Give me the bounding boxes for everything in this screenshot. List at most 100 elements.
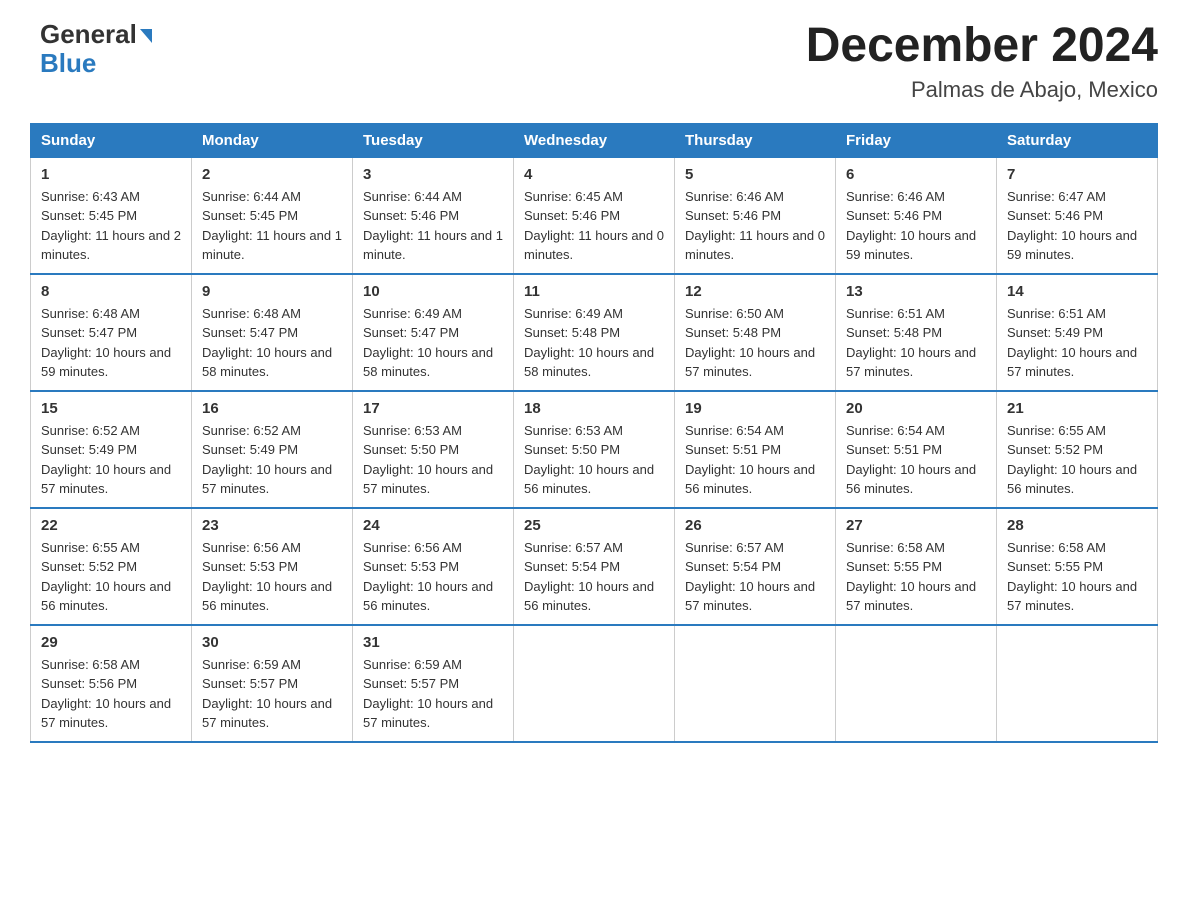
day-number: 27	[846, 517, 986, 534]
day-info: Sunrise: 6:59 AMSunset: 5:57 PMDaylight:…	[363, 655, 503, 733]
day-info: Sunrise: 6:58 AMSunset: 5:56 PMDaylight:…	[41, 655, 181, 733]
calendar-cell	[675, 625, 836, 742]
calendar-cell	[836, 625, 997, 742]
calendar-cell: 30 Sunrise: 6:59 AMSunset: 5:57 PMDayligh…	[192, 625, 353, 742]
day-info: Sunrise: 6:48 AMSunset: 5:47 PMDaylight:…	[202, 304, 342, 382]
day-number: 9	[202, 283, 342, 300]
day-number: 1	[41, 166, 181, 183]
calendar-cell: 26Sunrise: 6:57 AMSunset: 5:54 PMDayligh…	[675, 508, 836, 625]
calendar-cell: 5 Sunrise: 6:46 AMSunset: 5:46 PMDaylight…	[675, 157, 836, 274]
calendar-table: SundayMondayTuesdayWednesdayThursdayFrid…	[30, 123, 1158, 743]
day-info: Sunrise: 6:55 AMSunset: 5:52 PMDaylight:…	[41, 538, 181, 616]
day-info: Sunrise: 6:56 AMSunset: 5:53 PMDaylight:…	[202, 538, 342, 616]
calendar-cell: 23 Sunrise: 6:56 AMSunset: 5:53 PMDayligh…	[192, 508, 353, 625]
day-number: 13	[846, 283, 986, 300]
day-number: 7	[1007, 166, 1147, 183]
calendar-cell: 7 Sunrise: 6:47 AMSunset: 5:46 PMDaylight…	[997, 157, 1158, 274]
title-block: December 2024 Palmas de Abajo, Mexico	[806, 20, 1158, 103]
calendar-cell: 29Sunrise: 6:58 AMSunset: 5:56 PMDayligh…	[31, 625, 192, 742]
day-number: 4	[524, 166, 664, 183]
day-info: Sunrise: 6:59 AMSunset: 5:57 PMDaylight:…	[202, 655, 342, 733]
day-info: Sunrise: 6:54 AMSunset: 5:51 PMDaylight:…	[846, 421, 986, 499]
day-number: 2	[202, 166, 342, 183]
calendar-week-row: 29Sunrise: 6:58 AMSunset: 5:56 PMDayligh…	[31, 625, 1158, 742]
day-info: Sunrise: 6:58 AMSunset: 5:55 PMDaylight:…	[1007, 538, 1147, 616]
header-saturday: Saturday	[997, 123, 1158, 157]
day-info: Sunrise: 6:46 AMSunset: 5:46 PMDaylight:…	[685, 187, 825, 265]
calendar-cell: 13 Sunrise: 6:51 AMSunset: 5:48 PMDayligh…	[836, 274, 997, 391]
day-info: Sunrise: 6:45 AMSunset: 5:46 PMDaylight:…	[524, 187, 664, 265]
day-info: Sunrise: 6:58 AMSunset: 5:55 PMDaylight:…	[846, 538, 986, 616]
calendar-cell: 12Sunrise: 6:50 AMSunset: 5:48 PMDayligh…	[675, 274, 836, 391]
day-number: 22	[41, 517, 181, 534]
day-info: Sunrise: 6:49 AMSunset: 5:48 PMDaylight:…	[524, 304, 664, 382]
day-info: Sunrise: 6:44 AMSunset: 5:45 PMDaylight:…	[202, 187, 342, 265]
day-number: 30	[202, 634, 342, 651]
location-subtitle: Palmas de Abajo, Mexico	[806, 77, 1158, 103]
day-number: 18	[524, 400, 664, 417]
day-info: Sunrise: 6:53 AMSunset: 5:50 PMDaylight:…	[524, 421, 664, 499]
day-info: Sunrise: 6:50 AMSunset: 5:48 PMDaylight:…	[685, 304, 825, 382]
calendar-cell: 14 Sunrise: 6:51 AMSunset: 5:49 PMDayligh…	[997, 274, 1158, 391]
logo-general-text: General	[40, 20, 152, 49]
day-number: 28	[1007, 517, 1147, 534]
calendar-cell: 28 Sunrise: 6:58 AMSunset: 5:55 PMDayligh…	[997, 508, 1158, 625]
calendar-week-row: 8 Sunrise: 6:48 AMSunset: 5:47 PMDaylight…	[31, 274, 1158, 391]
calendar-cell	[514, 625, 675, 742]
calendar-cell: 1 Sunrise: 6:43 AMSunset: 5:45 PMDaylight…	[31, 157, 192, 274]
day-info: Sunrise: 6:43 AMSunset: 5:45 PMDaylight:…	[41, 187, 181, 265]
day-info: Sunrise: 6:47 AMSunset: 5:46 PMDaylight:…	[1007, 187, 1147, 265]
day-info: Sunrise: 6:52 AMSunset: 5:49 PMDaylight:…	[41, 421, 181, 499]
calendar-cell: 18 Sunrise: 6:53 AMSunset: 5:50 PMDayligh…	[514, 391, 675, 508]
day-number: 20	[846, 400, 986, 417]
calendar-header-row: SundayMondayTuesdayWednesdayThursdayFrid…	[31, 123, 1158, 157]
calendar-cell: 10 Sunrise: 6:49 AMSunset: 5:47 PMDayligh…	[353, 274, 514, 391]
day-number: 14	[1007, 283, 1147, 300]
header-sunday: Sunday	[31, 123, 192, 157]
day-number: 25	[524, 517, 664, 534]
day-info: Sunrise: 6:51 AMSunset: 5:49 PMDaylight:…	[1007, 304, 1147, 382]
day-info: Sunrise: 6:57 AMSunset: 5:54 PMDaylight:…	[685, 538, 825, 616]
day-info: Sunrise: 6:51 AMSunset: 5:48 PMDaylight:…	[846, 304, 986, 382]
day-number: 17	[363, 400, 503, 417]
day-number: 5	[685, 166, 825, 183]
day-info: Sunrise: 6:48 AMSunset: 5:47 PMDaylight:…	[41, 304, 181, 382]
calendar-cell: 8 Sunrise: 6:48 AMSunset: 5:47 PMDaylight…	[31, 274, 192, 391]
day-number: 10	[363, 283, 503, 300]
calendar-week-row: 15 Sunrise: 6:52 AMSunset: 5:49 PMDayligh…	[31, 391, 1158, 508]
header-wednesday: Wednesday	[514, 123, 675, 157]
calendar-cell: 20 Sunrise: 6:54 AMSunset: 5:51 PMDayligh…	[836, 391, 997, 508]
day-info: Sunrise: 6:44 AMSunset: 5:46 PMDaylight:…	[363, 187, 503, 265]
logo: General Blue General Blue	[30, 20, 152, 77]
month-year-title: December 2024	[806, 20, 1158, 73]
calendar-cell: 31 Sunrise: 6:59 AMSunset: 5:57 PMDayligh…	[353, 625, 514, 742]
header-thursday: Thursday	[675, 123, 836, 157]
day-number: 19	[685, 400, 825, 417]
day-info: Sunrise: 6:52 AMSunset: 5:49 PMDaylight:…	[202, 421, 342, 499]
day-info: Sunrise: 6:55 AMSunset: 5:52 PMDaylight:…	[1007, 421, 1147, 499]
header-tuesday: Tuesday	[353, 123, 514, 157]
calendar-cell: 24Sunrise: 6:56 AMSunset: 5:53 PMDayligh…	[353, 508, 514, 625]
day-info: Sunrise: 6:46 AMSunset: 5:46 PMDaylight:…	[846, 187, 986, 265]
calendar-cell: 4 Sunrise: 6:45 AMSunset: 5:46 PMDaylight…	[514, 157, 675, 274]
day-number: 8	[41, 283, 181, 300]
calendar-cell	[997, 625, 1158, 742]
calendar-cell: 11Sunrise: 6:49 AMSunset: 5:48 PMDayligh…	[514, 274, 675, 391]
calendar-cell: 15 Sunrise: 6:52 AMSunset: 5:49 PMDayligh…	[31, 391, 192, 508]
day-number: 15	[41, 400, 181, 417]
day-info: Sunrise: 6:49 AMSunset: 5:47 PMDaylight:…	[363, 304, 503, 382]
calendar-cell: 2 Sunrise: 6:44 AMSunset: 5:45 PMDaylight…	[192, 157, 353, 274]
calendar-cell: 17 Sunrise: 6:53 AMSunset: 5:50 PMDayligh…	[353, 391, 514, 508]
calendar-week-row: 1 Sunrise: 6:43 AMSunset: 5:45 PMDaylight…	[31, 157, 1158, 274]
day-number: 6	[846, 166, 986, 183]
day-number: 31	[363, 634, 503, 651]
day-number: 16	[202, 400, 342, 417]
day-number: 21	[1007, 400, 1147, 417]
calendar-cell: 3Sunrise: 6:44 AMSunset: 5:46 PMDaylight…	[353, 157, 514, 274]
calendar-cell: 22 Sunrise: 6:55 AMSunset: 5:52 PMDayligh…	[31, 508, 192, 625]
day-number: 24	[363, 517, 503, 534]
calendar-cell: 6 Sunrise: 6:46 AMSunset: 5:46 PMDaylight…	[836, 157, 997, 274]
header-friday: Friday	[836, 123, 997, 157]
day-number: 23	[202, 517, 342, 534]
day-info: Sunrise: 6:53 AMSunset: 5:50 PMDaylight:…	[363, 421, 503, 499]
